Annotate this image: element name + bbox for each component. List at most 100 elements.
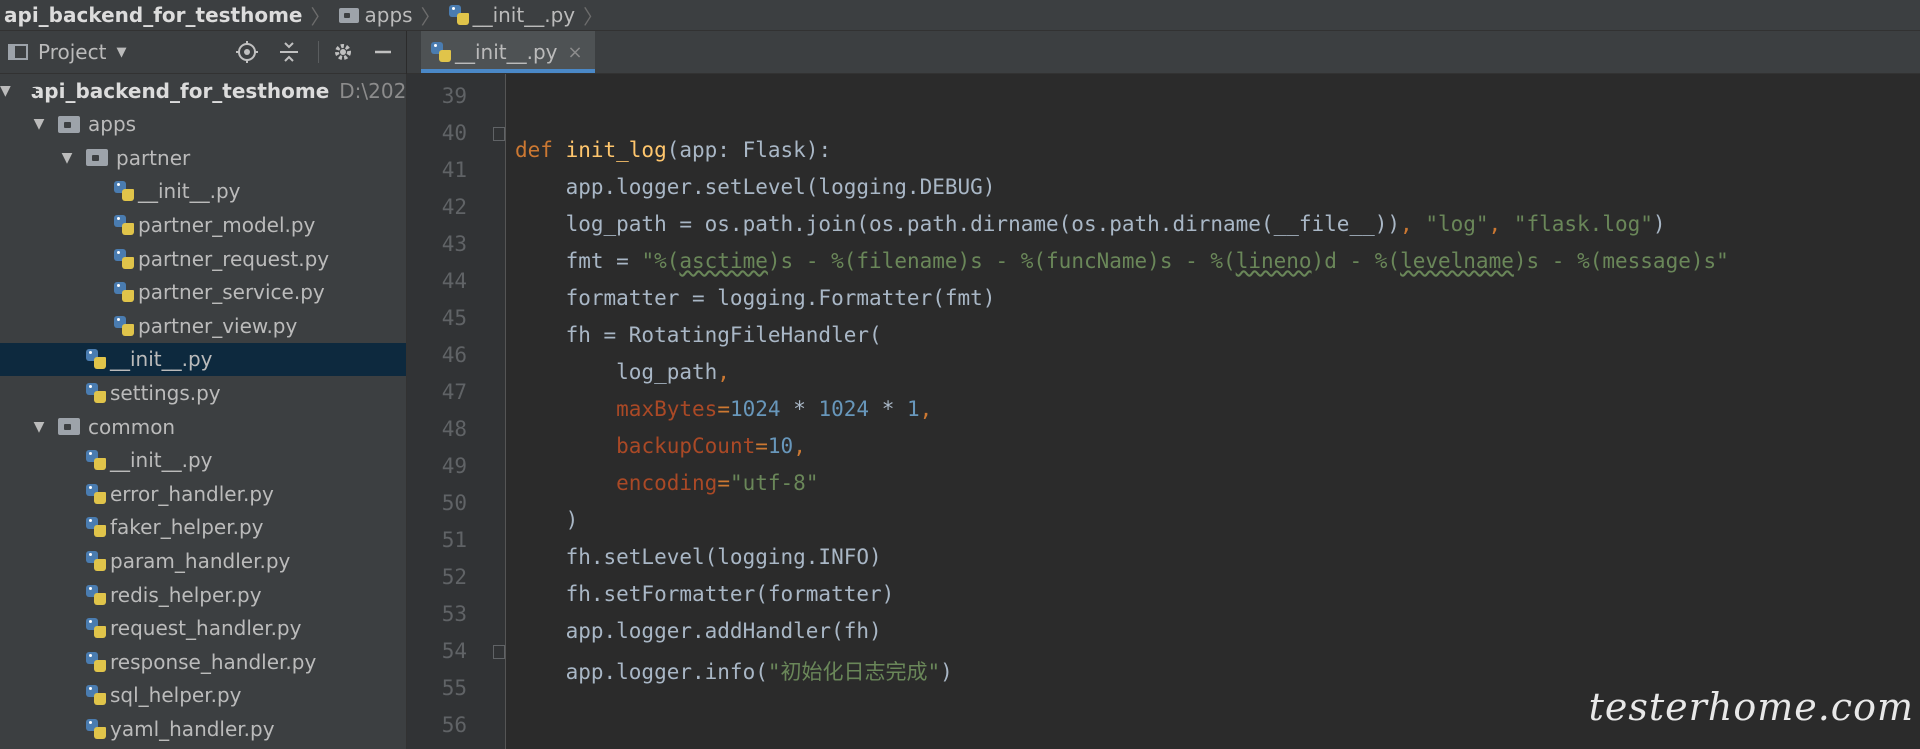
tree-file-row[interactable]: settings.py — [0, 376, 406, 409]
tree-file-row[interactable]: error_handler.py — [0, 477, 406, 510]
code-line-52: fh.setFormatter(formatter) — [515, 582, 895, 606]
line-number: 44 — [441, 269, 467, 293]
code-text: fmt = — [515, 249, 642, 273]
line-number: 45 — [441, 306, 467, 330]
project-view-selector[interactable]: Project — [38, 40, 106, 64]
line-number: 43 — [441, 232, 467, 256]
editor-tab-bar: __init__.py × — [407, 31, 1920, 74]
python-file-icon — [448, 5, 469, 25]
breadcrumb-separator: 〉 — [583, 4, 604, 29]
breadcrumb-project-label: api_backend_for_testhome — [4, 3, 303, 27]
chevron-down-icon[interactable]: ▼ — [116, 45, 126, 60]
collapse-all-icon[interactable] — [274, 37, 304, 67]
code-text: * — [869, 397, 907, 421]
expand-arrow-icon[interactable]: ▼ — [32, 116, 46, 132]
minimize-icon[interactable] — [368, 37, 398, 67]
gear-icon[interactable] — [328, 37, 358, 67]
tree-item-label: error_handler.py — [110, 481, 274, 506]
line-number-gutter: 38394041424344454647484950515253545556 — [407, 74, 506, 749]
python-file-icon — [86, 382, 106, 403]
tree-item-label: yaml_handler.py — [110, 716, 275, 741]
close-icon[interactable]: × — [568, 42, 583, 63]
tree-file-row[interactable]: partner_view.py — [0, 309, 406, 342]
python-file-icon — [86, 584, 106, 605]
python-file-icon — [114, 214, 134, 235]
tree-item-path: D:\2024\ — [339, 78, 407, 103]
tree-folder-row[interactable]: ▼ partner — [0, 141, 406, 174]
tree-file-row[interactable]: yaml_handler.py — [0, 712, 406, 745]
code-line-40: def init_log(app: Flask): — [515, 138, 831, 162]
line-number: 55 — [441, 676, 467, 700]
breadcrumb-file[interactable]: __init__.py — [445, 0, 580, 30]
code-text: ) — [940, 660, 953, 684]
tree-item-label: request_handler.py — [110, 616, 302, 641]
code-text: ) — [1652, 212, 1666, 236]
string-literal: asctime — [679, 249, 768, 273]
expand-arrow-icon[interactable]: ▼ — [32, 419, 46, 435]
fold-start-icon[interactable] — [493, 127, 505, 141]
fold-end-icon[interactable] — [493, 645, 505, 659]
python-file-icon — [114, 181, 134, 202]
tree-item-label: redis_helper.py — [110, 582, 262, 607]
expand-arrow-icon[interactable]: ▼ — [0, 83, 11, 99]
line-number: 54 — [441, 639, 467, 663]
string-literal: "flask.log" — [1513, 212, 1653, 236]
code-line-49: encoding="utf-8" — [515, 471, 818, 495]
breadcrumb-folder[interactable]: apps — [335, 0, 417, 30]
tree-item-label: __init__.py — [110, 347, 213, 372]
python-file-icon — [86, 651, 106, 672]
tree-folder-row[interactable]: ▼ apps — [0, 108, 406, 141]
target-icon[interactable] — [232, 37, 262, 67]
tree-folder-row[interactable]: ▼ common — [0, 410, 406, 443]
tab-init-py[interactable]: __init__.py × — [421, 31, 595, 73]
line-number: 39 — [441, 84, 467, 108]
tree-file-row[interactable]: __init__.py — [0, 342, 406, 376]
line-number: 56 — [441, 713, 467, 737]
code-punct: , — [919, 397, 933, 421]
navigation-bar: api_backend_for_testhome 〉 apps 〉 __init… — [0, 0, 1920, 31]
code-line-48: backupCount=10, — [515, 434, 806, 458]
breadcrumb-file-label: __init__.py — [472, 3, 576, 27]
tree-file-row[interactable]: request_handler.py — [0, 612, 406, 645]
code-text: log_path = os.path.join(os.path.dirname(… — [515, 212, 1401, 236]
tree-file-row[interactable]: partner_model.py — [0, 208, 406, 241]
tree-item-label: __init__.py — [110, 448, 213, 473]
breadcrumb-project[interactable]: api_backend_for_testhome — [0, 0, 307, 30]
string-literal: lineno — [1235, 249, 1312, 273]
tree-file-row[interactable]: faker_helper.py — [0, 511, 406, 544]
tree-item-label: param_handler.py — [110, 548, 291, 573]
tree-file-row[interactable]: redis_helper.py — [0, 578, 406, 611]
tree-file-row[interactable]: partner_request.py — [0, 242, 406, 275]
active-tab-indicator — [421, 69, 595, 73]
tree-file-row[interactable]: response_handler.py — [0, 645, 406, 678]
tree-file-row[interactable]: param_handler.py — [0, 544, 406, 577]
string-literal: levelname — [1400, 249, 1514, 273]
folder-icon — [58, 418, 80, 435]
python-file-icon — [86, 718, 106, 739]
expand-arrow-icon[interactable]: ▼ — [60, 150, 74, 166]
tree-folder-row[interactable]: ▼ api_backend_for_testhome D:\2024\ — [0, 74, 406, 107]
line-number: 46 — [441, 343, 467, 367]
string-literal: )d - %( — [1311, 249, 1401, 273]
keyword-argument: maxBytes — [616, 397, 718, 421]
keyword-argument: encoding — [616, 471, 718, 495]
folder-icon — [58, 115, 80, 133]
tree-file-row[interactable]: __init__.py — [0, 444, 406, 477]
code-punct: = — [755, 434, 768, 458]
python-file-icon — [114, 282, 134, 303]
python-file-icon — [86, 685, 106, 706]
python-file-icon — [86, 349, 106, 370]
tree-file-row[interactable]: partner_service.py — [0, 276, 406, 309]
line-number: 52 — [441, 565, 467, 589]
toolbar-divider — [318, 41, 319, 63]
tree-item-label: __init__.py — [138, 179, 241, 204]
keyword-argument: backupCount — [616, 434, 756, 458]
code-editor[interactable]: 38394041424344454647484950515253545556 d… — [407, 74, 1920, 749]
string-literal: )s - %(message)s" — [1513, 249, 1729, 273]
tree-item-label: response_handler.py — [110, 649, 317, 674]
tree-file-row[interactable]: sql_helper.py — [0, 679, 406, 712]
tree-file-row[interactable]: __init__.py — [0, 175, 406, 208]
python-file-icon — [86, 450, 106, 471]
watermark: testerhome.com — [1588, 685, 1914, 729]
breadcrumb-separator: 〉 — [310, 4, 331, 29]
